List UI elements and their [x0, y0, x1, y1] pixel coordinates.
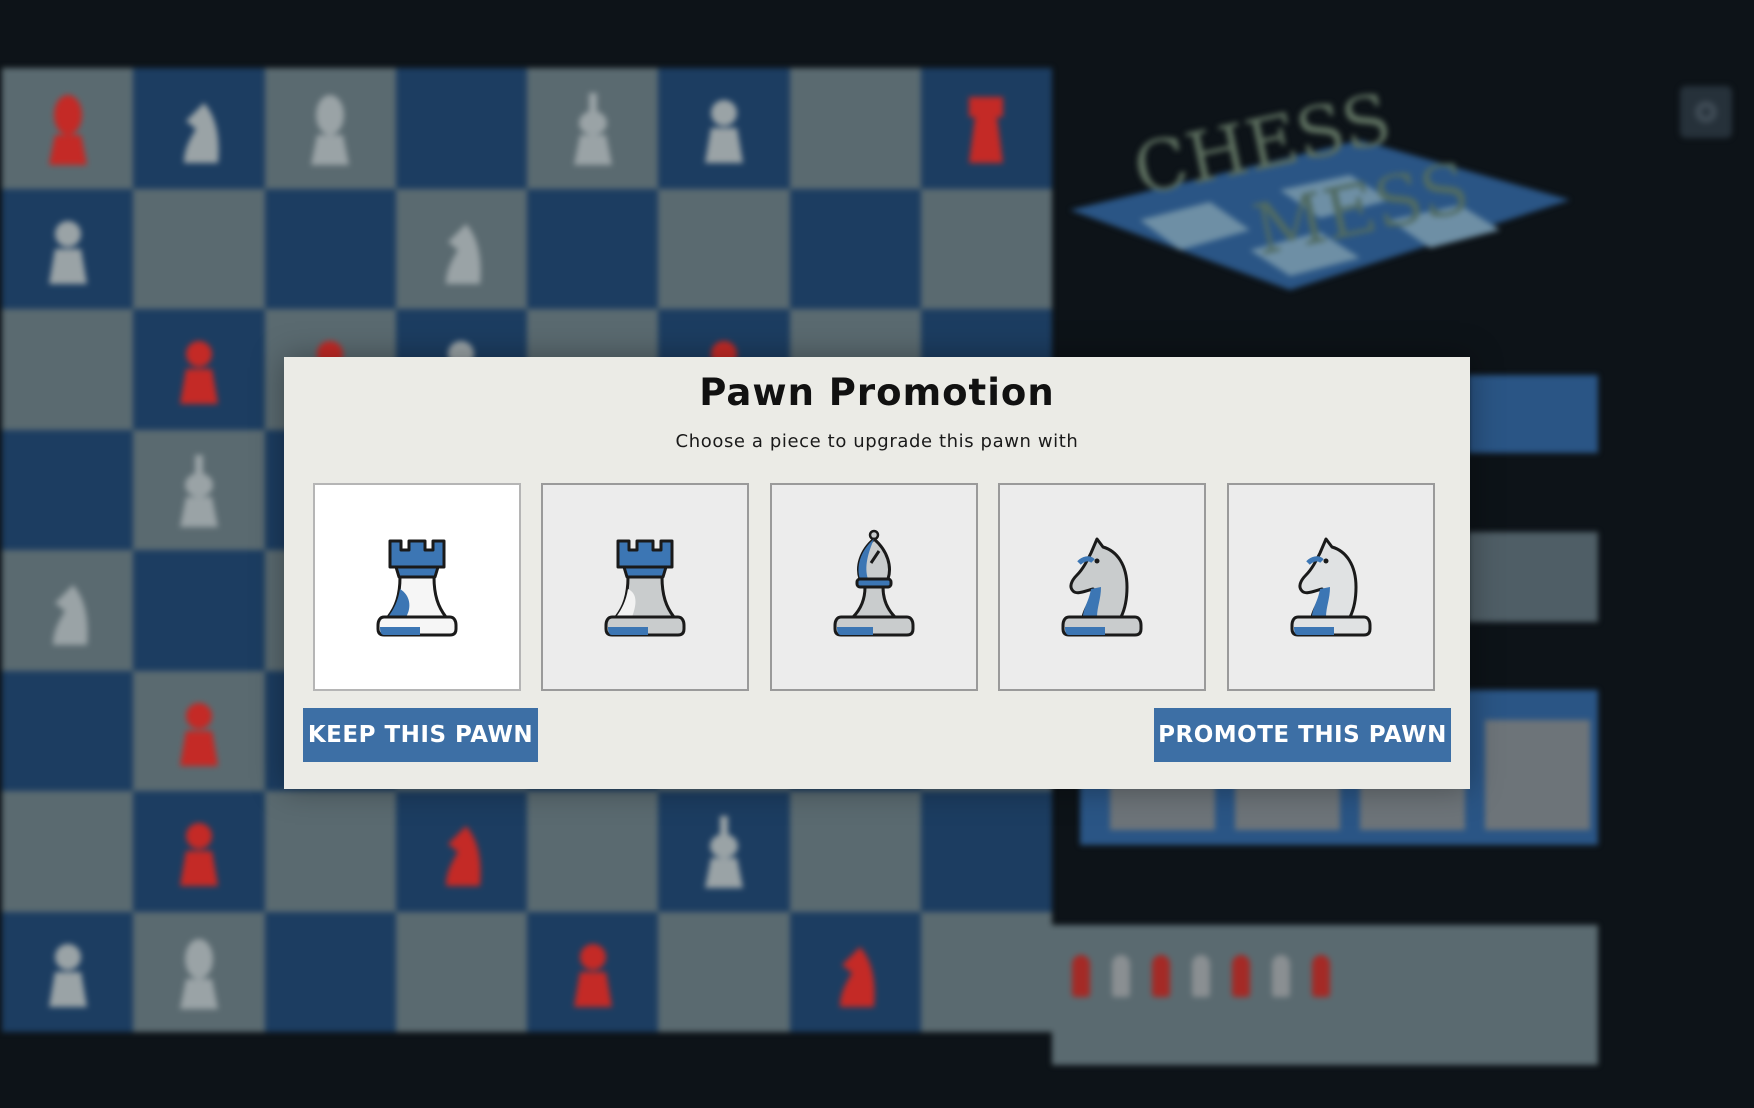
chess-piece-icon [52, 585, 88, 646]
board-square [789, 911, 921, 1032]
board-square [395, 911, 527, 1032]
gear-icon [1695, 101, 1717, 123]
board-square [2, 188, 134, 309]
chess-piece-icon [179, 938, 218, 1009]
chess-piece-icon [179, 454, 218, 527]
knight-icon [1290, 537, 1372, 637]
board-square [133, 911, 265, 1032]
board-square [2, 429, 134, 550]
board-square [789, 68, 921, 189]
board-square [2, 309, 134, 430]
board-square [395, 791, 527, 912]
dialog-title: Pawn Promotion [699, 371, 1055, 414]
board-square [395, 68, 527, 189]
chess-piece-icon [179, 341, 218, 405]
pawn-promotion-dialog: Pawn Promotion Choose a piece to upgrade… [284, 357, 1470, 789]
captured-piece [1232, 955, 1250, 997]
board-square [527, 791, 659, 912]
board-square [527, 68, 659, 189]
board-square [133, 670, 265, 791]
captured-piece [1152, 955, 1170, 997]
card-slot [1485, 720, 1590, 830]
dialog-subtitle: Choose a piece to upgrade this pawn with [675, 431, 1079, 452]
board-square [658, 911, 790, 1032]
captured-piece [1112, 955, 1130, 997]
choice-rook-2[interactable] [541, 483, 749, 691]
choice-bishop[interactable] [770, 483, 978, 691]
rook-icon [376, 539, 458, 637]
promote-pawn-button[interactable]: PROMOTE THIS PAWN [1154, 708, 1451, 762]
board-square [658, 68, 790, 189]
player-info-panel [1468, 375, 1598, 453]
board-square [264, 911, 396, 1032]
captured-piece [1072, 955, 1090, 997]
board-square [133, 68, 265, 189]
chess-piece-icon [840, 946, 875, 1007]
board-square [133, 429, 265, 550]
captured-piece [1192, 955, 1210, 997]
chess-piece-icon [48, 95, 87, 166]
board-square [2, 911, 134, 1032]
board-square [264, 188, 396, 309]
board-square [2, 791, 134, 912]
chess-piece-icon [704, 816, 743, 889]
chess-piece-icon [179, 702, 218, 766]
chess-piece-icon [573, 93, 612, 166]
board-square [133, 791, 265, 912]
choice-knight-2[interactable] [1227, 483, 1435, 691]
settings-button[interactable] [1680, 86, 1732, 138]
board-square [264, 68, 396, 189]
board-square [2, 68, 134, 189]
chess-piece-icon [446, 826, 482, 887]
captured-piece [1312, 955, 1330, 997]
chess-mess-logo: CHESS MESS [1070, 80, 1570, 290]
chess-piece-icon [183, 103, 219, 164]
board-square [2, 670, 134, 791]
chess-piece-icon [179, 823, 218, 887]
board-square [133, 550, 265, 671]
rook-icon [604, 539, 686, 637]
board-square [920, 188, 1052, 309]
captured-piece [1272, 955, 1290, 997]
board-square [527, 188, 659, 309]
choice-rook-1[interactable] [313, 483, 521, 691]
board-square [527, 911, 659, 1032]
piece-choices [313, 483, 1443, 691]
chess-piece-icon [48, 943, 87, 1007]
chess-piece-icon [969, 97, 1004, 164]
board-square [133, 188, 265, 309]
board-square [920, 791, 1052, 912]
keep-pawn-button[interactable]: KEEP THIS PAWN [303, 708, 538, 762]
chess-piece-icon [704, 100, 743, 164]
captured-pieces-panel [1052, 925, 1598, 1065]
chess-piece-icon [311, 95, 350, 166]
board-square [920, 911, 1052, 1032]
bishop-icon [833, 529, 915, 637]
board-square [789, 188, 921, 309]
chess-piece-icon [446, 223, 482, 284]
board-square [658, 188, 790, 309]
chess-piece-icon [573, 943, 612, 1007]
board-square [2, 550, 134, 671]
board-square [264, 791, 396, 912]
choice-knight-1[interactable] [998, 483, 1206, 691]
board-square [920, 68, 1052, 189]
chess-piece-icon [48, 220, 87, 284]
board-square [658, 791, 790, 912]
knight-icon [1061, 537, 1143, 637]
board-square [133, 309, 265, 430]
board-square [789, 791, 921, 912]
opponent-info-panel [1468, 532, 1598, 622]
board-square [395, 188, 527, 309]
